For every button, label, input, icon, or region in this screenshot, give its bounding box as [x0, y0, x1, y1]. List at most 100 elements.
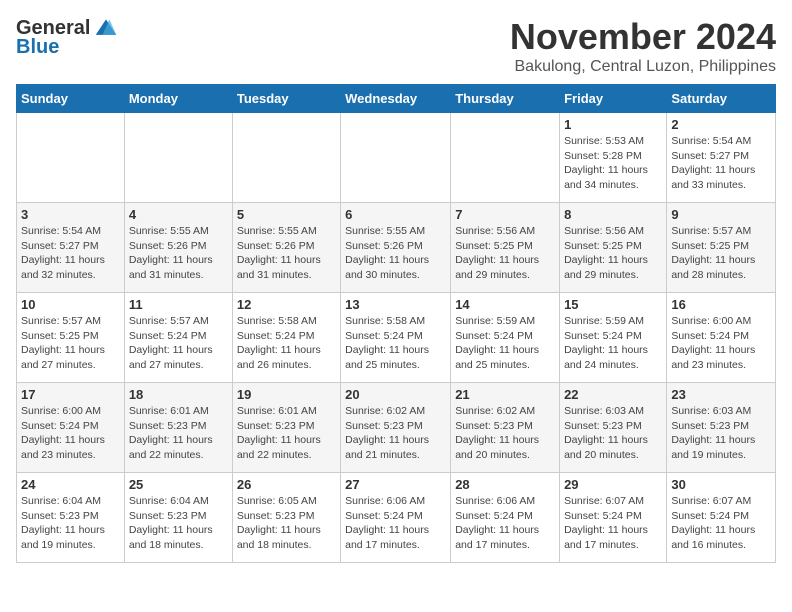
- day-number: 4: [129, 207, 228, 222]
- day-cell: 17 Sunrise: 6:00 AM Sunset: 5:24 PM Dayli…: [17, 383, 125, 473]
- day-info: Sunrise: 5:58 AM Sunset: 5:24 PM Dayligh…: [345, 314, 446, 373]
- day-cell: 6 Sunrise: 5:55 AM Sunset: 5:26 PM Daylig…: [341, 203, 451, 293]
- day-number: 12: [237, 297, 336, 312]
- day-number: 21: [455, 387, 555, 402]
- header-saturday: Saturday: [667, 85, 776, 113]
- day-cell: 30 Sunrise: 6:07 AM Sunset: 5:24 PM Dayli…: [667, 473, 776, 563]
- header-wednesday: Wednesday: [341, 85, 451, 113]
- day-number: 26: [237, 477, 336, 492]
- day-number: 5: [237, 207, 336, 222]
- day-number: 6: [345, 207, 446, 222]
- day-number: 17: [21, 387, 120, 402]
- day-info: Sunrise: 6:01 AM Sunset: 5:23 PM Dayligh…: [129, 404, 228, 463]
- day-cell: 26 Sunrise: 6:05 AM Sunset: 5:23 PM Dayli…: [232, 473, 340, 563]
- day-info: Sunrise: 6:01 AM Sunset: 5:23 PM Dayligh…: [237, 404, 336, 463]
- day-info: Sunrise: 5:55 AM Sunset: 5:26 PM Dayligh…: [129, 224, 228, 283]
- day-cell: 25 Sunrise: 6:04 AM Sunset: 5:23 PM Dayli…: [124, 473, 232, 563]
- day-number: 20: [345, 387, 446, 402]
- day-info: Sunrise: 6:04 AM Sunset: 5:23 PM Dayligh…: [21, 494, 120, 553]
- header-row: SundayMondayTuesdayWednesdayThursdayFrid…: [17, 85, 776, 113]
- day-number: 23: [671, 387, 771, 402]
- day-cell: 4 Sunrise: 5:55 AM Sunset: 5:26 PM Daylig…: [124, 203, 232, 293]
- calendar-header: SundayMondayTuesdayWednesdayThursdayFrid…: [17, 85, 776, 113]
- header-sunday: Sunday: [17, 85, 125, 113]
- calendar-table: SundayMondayTuesdayWednesdayThursdayFrid…: [16, 84, 776, 563]
- day-info: Sunrise: 6:03 AM Sunset: 5:23 PM Dayligh…: [671, 404, 771, 463]
- day-info: Sunrise: 6:02 AM Sunset: 5:23 PM Dayligh…: [455, 404, 555, 463]
- day-number: 22: [564, 387, 662, 402]
- day-cell: 9Sunrise: 5:57 AM Sunset: 5:25 PM Daylig…: [667, 203, 776, 293]
- day-number: 19: [237, 387, 336, 402]
- day-cell: 11Sunrise: 5:57 AM Sunset: 5:24 PM Dayli…: [124, 293, 232, 383]
- day-cell: 16 Sunrise: 6:00 AM Sunset: 5:24 PM Dayli…: [667, 293, 776, 383]
- day-cell: 28 Sunrise: 6:06 AM Sunset: 5:24 PM Dayli…: [451, 473, 560, 563]
- day-info: Sunrise: 5:59 AM Sunset: 5:24 PM Dayligh…: [455, 314, 555, 373]
- day-info: Sunrise: 5:54 AM Sunset: 5:27 PM Dayligh…: [671, 134, 771, 193]
- day-number: 2: [671, 117, 771, 132]
- day-info: Sunrise: 6:07 AM Sunset: 5:24 PM Dayligh…: [564, 494, 662, 553]
- day-cell: [341, 113, 451, 203]
- day-number: 16: [671, 297, 771, 312]
- day-info: Sunrise: 6:00 AM Sunset: 5:24 PM Dayligh…: [21, 404, 120, 463]
- day-number: 18: [129, 387, 228, 402]
- day-number: 24: [21, 477, 120, 492]
- day-cell: 27Sunrise: 6:06 AM Sunset: 5:24 PM Dayli…: [341, 473, 451, 563]
- day-info: Sunrise: 5:55 AM Sunset: 5:26 PM Dayligh…: [345, 224, 446, 283]
- day-info: Sunrise: 6:04 AM Sunset: 5:23 PM Dayligh…: [129, 494, 228, 553]
- day-number: 25: [129, 477, 228, 492]
- day-info: Sunrise: 5:57 AM Sunset: 5:25 PM Dayligh…: [21, 314, 120, 373]
- title-block: November 2024 Bakulong, Central Luzon, P…: [510, 16, 776, 76]
- day-cell: 20 Sunrise: 6:02 AM Sunset: 5:23 PM Dayli…: [341, 383, 451, 473]
- week-row-1: 3Sunrise: 5:54 AM Sunset: 5:27 PM Daylig…: [17, 203, 776, 293]
- day-number: 11: [129, 297, 228, 312]
- header-friday: Friday: [560, 85, 667, 113]
- day-number: 28: [455, 477, 555, 492]
- day-cell: 8Sunrise: 5:56 AM Sunset: 5:25 PM Daylig…: [560, 203, 667, 293]
- week-row-4: 24 Sunrise: 6:04 AM Sunset: 5:23 PM Dayli…: [17, 473, 776, 563]
- day-cell: 21 Sunrise: 6:02 AM Sunset: 5:23 PM Dayli…: [451, 383, 560, 473]
- day-info: Sunrise: 6:06 AM Sunset: 5:24 PM Dayligh…: [455, 494, 555, 553]
- day-info: Sunrise: 6:03 AM Sunset: 5:23 PM Dayligh…: [564, 404, 662, 463]
- day-cell: 3Sunrise: 5:54 AM Sunset: 5:27 PM Daylig…: [17, 203, 125, 293]
- day-info: Sunrise: 6:02 AM Sunset: 5:23 PM Dayligh…: [345, 404, 446, 463]
- day-info: Sunrise: 5:56 AM Sunset: 5:25 PM Dayligh…: [564, 224, 662, 283]
- week-row-3: 17 Sunrise: 6:00 AM Sunset: 5:24 PM Dayli…: [17, 383, 776, 473]
- logo-blue: Blue: [16, 36, 59, 59]
- day-info: Sunrise: 5:58 AM Sunset: 5:24 PM Dayligh…: [237, 314, 336, 373]
- day-number: 7: [455, 207, 555, 222]
- day-cell: 23 Sunrise: 6:03 AM Sunset: 5:23 PM Dayli…: [667, 383, 776, 473]
- day-cell: 14 Sunrise: 5:59 AM Sunset: 5:24 PM Dayli…: [451, 293, 560, 383]
- day-cell: 1Sunrise: 5:53 AM Sunset: 5:28 PM Daylig…: [560, 113, 667, 203]
- day-info: Sunrise: 5:55 AM Sunset: 5:26 PM Dayligh…: [237, 224, 336, 283]
- day-cell: 12 Sunrise: 5:58 AM Sunset: 5:24 PM Dayli…: [232, 293, 340, 383]
- day-info: Sunrise: 5:56 AM Sunset: 5:25 PM Dayligh…: [455, 224, 555, 283]
- header-thursday: Thursday: [451, 85, 560, 113]
- day-info: Sunrise: 5:59 AM Sunset: 5:24 PM Dayligh…: [564, 314, 662, 373]
- header-monday: Monday: [124, 85, 232, 113]
- day-number: 15: [564, 297, 662, 312]
- day-number: 14: [455, 297, 555, 312]
- day-cell: [124, 113, 232, 203]
- logo-icon: [94, 16, 118, 40]
- day-number: 30: [671, 477, 771, 492]
- day-number: 3: [21, 207, 120, 222]
- day-number: 1: [564, 117, 662, 132]
- logo: General Blue: [16, 16, 118, 59]
- day-info: Sunrise: 6:07 AM Sunset: 5:24 PM Dayligh…: [671, 494, 771, 553]
- day-info: Sunrise: 6:05 AM Sunset: 5:23 PM Dayligh…: [237, 494, 336, 553]
- day-cell: [451, 113, 560, 203]
- day-number: 9: [671, 207, 771, 222]
- day-cell: 7 Sunrise: 5:56 AM Sunset: 5:25 PM Daylig…: [451, 203, 560, 293]
- day-cell: 22 Sunrise: 6:03 AM Sunset: 5:23 PM Dayli…: [560, 383, 667, 473]
- day-cell: 10 Sunrise: 5:57 AM Sunset: 5:25 PM Dayli…: [17, 293, 125, 383]
- day-number: 10: [21, 297, 120, 312]
- month-title: November 2024: [510, 16, 776, 58]
- location-title: Bakulong, Central Luzon, Philippines: [510, 58, 776, 76]
- day-cell: 29Sunrise: 6:07 AM Sunset: 5:24 PM Dayli…: [560, 473, 667, 563]
- day-cell: [17, 113, 125, 203]
- calendar-body: 1Sunrise: 5:53 AM Sunset: 5:28 PM Daylig…: [17, 113, 776, 563]
- header-tuesday: Tuesday: [232, 85, 340, 113]
- day-cell: 2 Sunrise: 5:54 AM Sunset: 5:27 PM Daylig…: [667, 113, 776, 203]
- day-number: 27: [345, 477, 446, 492]
- day-info: Sunrise: 6:00 AM Sunset: 5:24 PM Dayligh…: [671, 314, 771, 373]
